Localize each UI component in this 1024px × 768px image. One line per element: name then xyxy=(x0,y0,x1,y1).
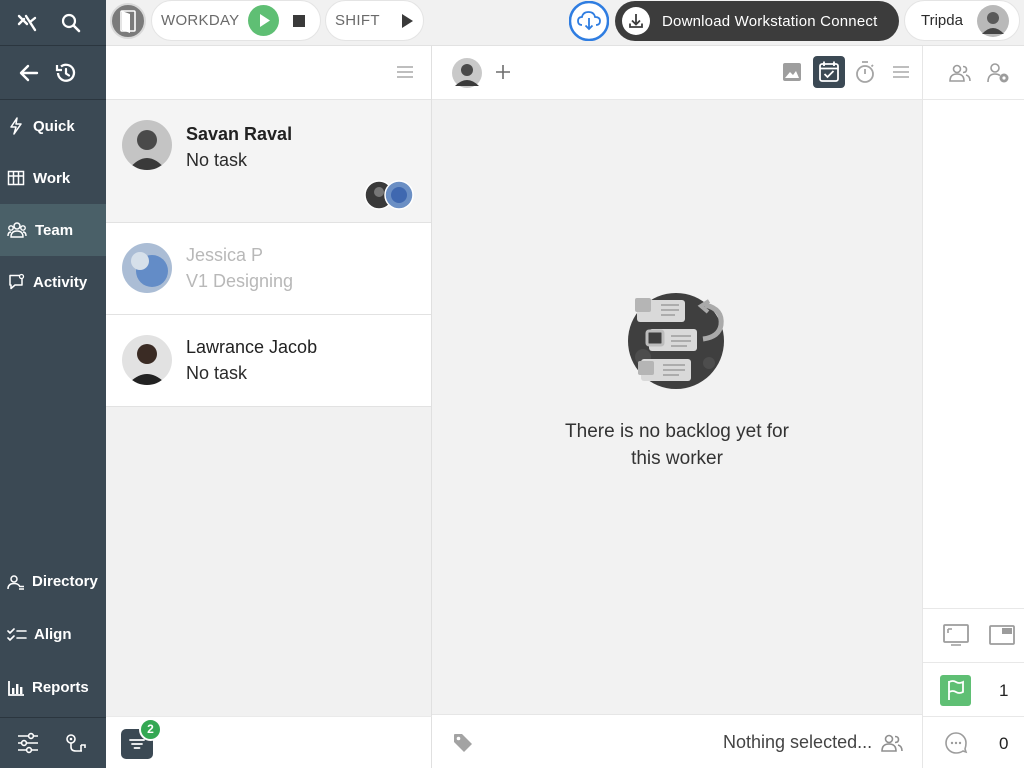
user-menu[interactable]: Tripda xyxy=(904,0,1020,41)
download-icon xyxy=(622,7,650,35)
tag-icon[interactable] xyxy=(452,732,474,754)
flag-button[interactable] xyxy=(940,675,971,706)
door-icon[interactable] xyxy=(110,3,146,39)
cloud-download-icon[interactable] xyxy=(569,1,609,41)
top-bar: WORKDAY SHIFT Download Workstation Conne… xyxy=(106,0,1024,46)
comment-icon[interactable] xyxy=(944,731,968,755)
calendar-check-button[interactable] xyxy=(813,56,845,88)
empty-state-line2: this worker xyxy=(631,448,723,469)
directory-icon xyxy=(7,574,25,590)
menu-icon[interactable] xyxy=(892,65,910,79)
worker-row[interactable]: Jessica P V1 Designing xyxy=(106,223,431,315)
right-panel: 1 0 xyxy=(922,46,1024,768)
team-list-footer: 2 xyxy=(106,716,432,768)
sidebar: Quick Work Team Activity Directory Align… xyxy=(0,0,106,768)
avatar xyxy=(122,243,172,293)
user-name: Tripda xyxy=(921,12,963,29)
workday-play-button[interactable] xyxy=(247,5,279,36)
avatar xyxy=(122,120,172,170)
logo-icon[interactable] xyxy=(16,12,38,34)
flag-icon xyxy=(948,680,964,700)
backlog-panel: There is no backlog yet for this worker xyxy=(432,100,922,714)
shift-control: SHIFT xyxy=(325,0,424,41)
workday-stop-button[interactable] xyxy=(292,14,306,28)
route-icon[interactable] xyxy=(64,732,88,754)
sidebar-item-align[interactable]: Align xyxy=(0,608,106,661)
shift-play-button[interactable] xyxy=(400,13,414,29)
worker-row[interactable]: Lawrance Jacob No task xyxy=(106,315,431,407)
back-arrow-icon[interactable] xyxy=(18,62,40,84)
sidebar-item-team[interactable]: Team xyxy=(0,204,106,256)
filter-count-badge: 2 xyxy=(139,718,162,741)
history-icon[interactable] xyxy=(54,61,78,85)
sidebar-item-label: Directory xyxy=(32,573,98,590)
worker-name: Jessica P xyxy=(186,245,264,265)
sidebar-item-label: Reports xyxy=(32,679,89,696)
team-list-panel: Savan Raval No task Jessica P V1 Designi… xyxy=(106,46,432,716)
image-icon[interactable] xyxy=(781,61,803,83)
empty-backlog-icon xyxy=(625,291,729,391)
menu-icon[interactable] xyxy=(396,65,414,79)
sidebar-item-work[interactable]: Work xyxy=(0,152,106,204)
sidebar-item-reports[interactable]: Reports xyxy=(0,661,106,714)
calendar-check-icon xyxy=(819,61,839,82)
search-icon[interactable] xyxy=(60,12,82,34)
worker-name: Lawrance Jacob xyxy=(186,337,318,357)
sidebar-item-label: Work xyxy=(33,169,71,187)
worker-detail-footer: Nothing selected... xyxy=(432,714,922,768)
worker-row[interactable]: Savan Raval No task xyxy=(106,100,431,223)
picture-in-picture-icon[interactable] xyxy=(989,625,1015,645)
checklist-icon xyxy=(7,627,27,643)
chat-icon xyxy=(7,273,25,291)
empty-state-line1: There is no backlog yet for xyxy=(565,421,789,442)
assign-people-icon[interactable] xyxy=(881,734,903,752)
sidebar-item-directory[interactable]: Directory xyxy=(0,555,106,608)
sidebar-item-label: Activity xyxy=(33,273,88,291)
sidebar-item-label: Align xyxy=(34,626,72,643)
sliders-icon[interactable] xyxy=(16,732,40,754)
sidebar-item-label: Team xyxy=(35,221,74,239)
sidebar-item-activity[interactable]: Activity xyxy=(0,256,106,308)
device-avatars xyxy=(364,180,416,210)
shift-label: SHIFT xyxy=(335,12,380,29)
team-icon xyxy=(7,221,27,239)
add-icon[interactable] xyxy=(495,64,511,80)
avatar[interactable] xyxy=(452,58,482,88)
workday-control: WORKDAY xyxy=(151,0,321,41)
flag-count: 1 xyxy=(999,681,1009,700)
sidebar-item-label: Quick xyxy=(33,117,75,135)
timer-icon[interactable] xyxy=(854,60,876,84)
bar-chart-icon xyxy=(7,679,25,697)
avatar xyxy=(976,4,1009,37)
worker-task: V1 Designing xyxy=(186,271,294,291)
worker-task: No task xyxy=(186,150,248,170)
person-settings-icon[interactable] xyxy=(986,62,1010,84)
workday-label: WORKDAY xyxy=(161,12,240,29)
worker-task: No task xyxy=(186,363,248,383)
download-label: Download Workstation Connect xyxy=(662,12,878,30)
selection-status: Nothing selected... xyxy=(723,732,873,752)
download-workstation-button[interactable]: Download Workstation Connect xyxy=(615,1,899,41)
worker-detail-header xyxy=(432,46,922,100)
bolt-icon xyxy=(7,116,25,136)
avatar xyxy=(122,335,172,385)
sidebar-item-quick[interactable]: Quick xyxy=(0,100,106,152)
kanban-icon xyxy=(7,169,25,187)
screen-icon[interactable] xyxy=(943,623,969,647)
people-icon[interactable] xyxy=(948,64,972,82)
worker-name: Savan Raval xyxy=(186,124,293,144)
comment-count: 0 xyxy=(999,734,1009,753)
